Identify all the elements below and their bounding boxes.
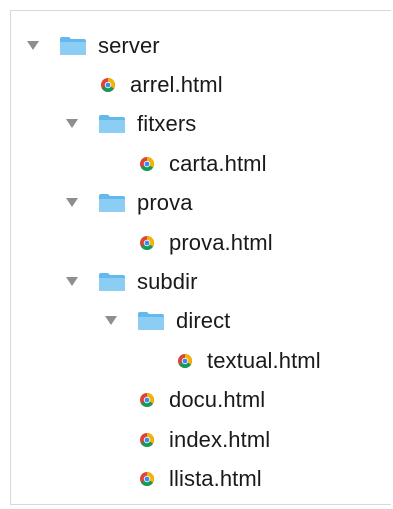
tree-file-textual[interactable]: textual.html [11,341,391,380]
tree-item-label: subdir [137,269,198,295]
tree-folder-server[interactable]: server [11,26,391,65]
tree-file-prova[interactable]: prova.html [11,223,391,262]
tree-item-label: direct [176,308,231,334]
chrome-file-icon [139,235,155,251]
chrome-file-icon [139,432,155,448]
tree-item-label: prova.html [169,229,273,255]
tree-file-llista[interactable]: llista.html [11,459,391,498]
chrome-file-icon [139,156,155,172]
tree-folder-fitxers[interactable]: fitxers [11,105,391,144]
tree-file-carta[interactable]: carta.html [11,144,391,183]
disclosure-triangle-down-icon[interactable] [105,315,117,327]
folder-icon [137,311,165,331]
folder-icon [98,114,126,134]
tree-file-index[interactable]: index.html [11,420,391,459]
chrome-file-icon [100,77,116,93]
file-tree-panel: server arrel.html fitxers carta.html pro… [10,10,391,505]
tree-folder-subdir[interactable]: subdir [11,262,391,301]
tree-folder-direct[interactable]: direct [11,302,391,341]
tree-file-arrel[interactable]: arrel.html [11,65,391,104]
tree-file-docu[interactable]: docu.html [11,381,391,420]
folder-icon [98,272,126,292]
tree-item-label: llista.html [169,465,262,491]
disclosure-triangle-down-icon[interactable] [66,118,78,130]
chrome-file-icon [139,471,155,487]
tree-item-label: textual.html [207,347,321,373]
disclosure-triangle-down-icon[interactable] [66,197,78,209]
tree-item-label: docu.html [169,387,266,413]
disclosure-triangle-down-icon[interactable] [27,40,39,52]
tree-item-label: prova [137,190,193,216]
folder-icon [59,36,87,56]
chrome-file-icon [177,353,193,369]
tree-folder-prova[interactable]: prova [11,184,391,223]
tree-item-label: server [98,32,160,58]
folder-icon [98,193,126,213]
tree-item-label: arrel.html [130,72,223,98]
disclosure-triangle-down-icon[interactable] [66,276,78,288]
tree-item-label: index.html [169,426,271,452]
tree-item-label: carta.html [169,150,267,176]
tree-item-label: fitxers [137,111,197,137]
file-tree: server arrel.html fitxers carta.html pro… [11,26,391,499]
chrome-file-icon [139,392,155,408]
